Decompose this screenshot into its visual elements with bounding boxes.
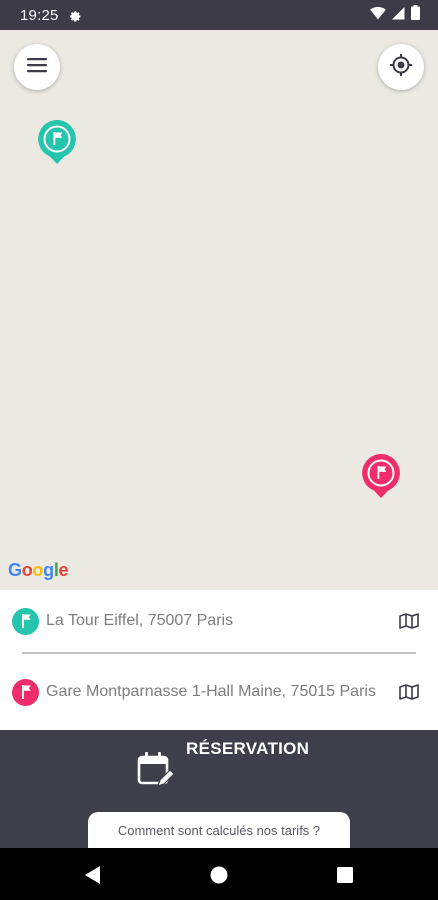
menu-button[interactable] [14, 44, 60, 90]
departure-address[interactable]: La Tour Eiffel, 75007 Paris [46, 611, 386, 631]
recents-icon[interactable] [334, 864, 356, 886]
crosshair-icon [389, 53, 413, 82]
calendar-edit-icon[interactable] [136, 750, 175, 790]
address-divider [22, 652, 416, 654]
status-bar: 19:25 [0, 0, 438, 30]
google-logo-letter: o [32, 560, 44, 580]
status-time: 19:25 [20, 6, 59, 24]
battery-icon [411, 5, 420, 25]
arrival-marker[interactable] [360, 452, 402, 502]
gear-icon [68, 8, 82, 22]
wifi-icon [370, 6, 386, 25]
arrival-address-row[interactable]: Gare Montparnasse 1-Hall Maine, 75015 Pa… [0, 670, 438, 714]
app-screen: 19:25 Google La Tour Eiffel, 75007 Paris… [0, 0, 438, 900]
open-map-book-icon[interactable] [398, 611, 422, 631]
map-view[interactable]: Google [0, 30, 438, 590]
back-icon[interactable] [82, 864, 104, 886]
reservation-label[interactable]: RÉSERVATION [186, 739, 309, 759]
status-icons [370, 5, 420, 25]
system-nav-bar [0, 848, 438, 900]
arrival-flag-icon [12, 678, 39, 706]
departure-flag-icon [12, 607, 39, 635]
departure-address-row[interactable]: La Tour Eiffel, 75007 Paris [0, 605, 438, 637]
tarif-info-button[interactable]: Comment sont calculés nos tarifs ? [88, 812, 350, 848]
open-map-book-icon[interactable] [398, 682, 422, 702]
tarif-info-label: Comment sont calculés nos tarifs ? [117, 822, 321, 838]
google-logo: Google [8, 560, 69, 581]
departure-marker[interactable] [36, 118, 78, 168]
google-logo-letter: g [43, 560, 54, 580]
home-icon[interactable] [208, 864, 230, 886]
signal-icon [392, 6, 405, 25]
reservation-bar[interactable]: RÉSERVATION Comment sont calculés nos ta… [0, 730, 438, 848]
address-panel: La Tour Eiffel, 75007 Paris Gare Montpar… [0, 590, 438, 730]
arrival-address[interactable]: Gare Montparnasse 1-Hall Maine, 75015 Pa… [46, 682, 386, 702]
google-logo-letter: o [21, 560, 33, 580]
google-logo-letter: G [8, 560, 22, 580]
locate-me-button[interactable] [378, 44, 424, 90]
hamburger-icon [27, 57, 47, 78]
google-logo-letter: e [58, 560, 69, 580]
